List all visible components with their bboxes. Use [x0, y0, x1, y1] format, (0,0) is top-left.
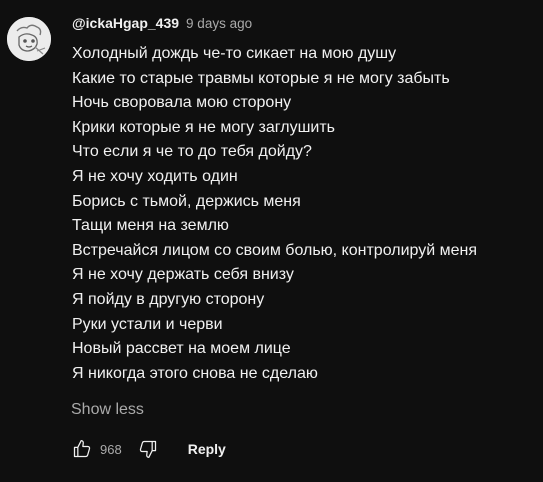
- dislike-button[interactable]: [136, 437, 160, 461]
- comment-line: Тащи меня на землю: [72, 217, 229, 235]
- comment-header: @ickaHgap_439 9 days ago: [72, 15, 252, 35]
- comment-thread: @ickaHgap_439 9 days ago Холодный дождь …: [0, 0, 543, 482]
- comment-actions: 968 Reply: [70, 436, 226, 462]
- like-button[interactable]: [70, 437, 94, 461]
- avatar[interactable]: [7, 17, 51, 61]
- comment-line: Новый рассвет на моем лице: [72, 340, 291, 358]
- comment-line: Борись с тьмой, держись меня: [72, 192, 301, 210]
- comment-timestamp[interactable]: 9 days ago: [186, 16, 252, 31]
- thumbs-up-icon: [73, 440, 91, 458]
- avatar-image: [7, 17, 51, 61]
- comment-line: Холодный дождь че-то сикает на мою душу: [72, 45, 397, 62]
- thumbs-down-icon: [139, 440, 156, 458]
- comment-line: Ночь своровала мою сторону: [72, 94, 292, 112]
- comment-line: Крики которые я не могу заглушить: [72, 118, 336, 136]
- author-name[interactable]: @ickaHgap_439: [72, 15, 179, 31]
- reply-button[interactable]: Reply: [188, 441, 226, 457]
- comment-line: Я никогда этого снова не сделаю: [72, 364, 318, 382]
- comment-line: Что если я че то до тебя дойду?: [72, 143, 312, 161]
- show-less-button[interactable]: Show less: [71, 401, 144, 419]
- comment-line: Я не хочу ходить один: [72, 167, 238, 185]
- comment-line: Я пойду в другую сторону: [72, 290, 265, 308]
- like-count: 968: [100, 441, 122, 457]
- comment-line: Руки устали и черви: [72, 315, 223, 333]
- comment-line: Встречайся лицом со своим болью, контрол…: [72, 241, 478, 259]
- comment-text: Холодный дождь че-то сикает на мою душу …: [72, 42, 537, 386]
- comment-line: Я не хочу держать себя внизу: [72, 266, 294, 284]
- comment-line: Какие то старые травмы которые я не могу…: [72, 69, 450, 87]
